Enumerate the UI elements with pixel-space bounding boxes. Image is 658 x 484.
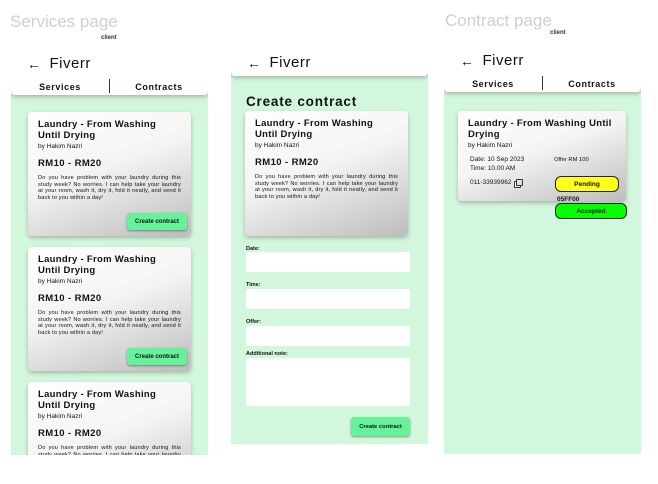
service-description: Do you have problem with your laundry du… xyxy=(38,310,181,336)
service-title: Laundry - From Washing Until Drying xyxy=(38,254,157,276)
service-description: Do you have problem with your laundry du… xyxy=(255,174,398,200)
service-price: RM10 - RM20 xyxy=(38,293,102,304)
service-card: Laundry - From Washing Until Drying by H… xyxy=(245,111,408,236)
note-label: Additional note: xyxy=(246,351,288,357)
arrow-left-icon[interactable]: ← xyxy=(247,55,262,71)
tab-services[interactable]: Services xyxy=(444,74,542,92)
app-title: Fiverr xyxy=(482,52,524,69)
date-field[interactable] xyxy=(246,252,410,272)
page-title: Create contract xyxy=(246,94,358,109)
app-title: Fiverr xyxy=(269,54,311,71)
service-title: Laundry - From Washing Until Drying xyxy=(468,118,612,140)
status-badge-pending[interactable]: Pending xyxy=(555,176,619,192)
app-title: Fiverr xyxy=(49,55,91,72)
tab-services[interactable]: Services xyxy=(11,77,109,95)
app-header: ← Fiverr Services Contracts xyxy=(444,42,641,92)
note-field[interactable] xyxy=(246,358,410,406)
arrow-left-icon[interactable]: ← xyxy=(27,56,42,72)
arrow-left-icon[interactable]: ← xyxy=(460,53,475,69)
app-header: ← Fiverr xyxy=(231,44,428,76)
service-price: RM10 - RM20 xyxy=(38,428,102,439)
service-title: Laundry - From Washing Until Drying xyxy=(38,389,157,411)
tab-contracts[interactable]: Contracts xyxy=(110,77,208,95)
contract-date: Date: 10 Sep 2023 xyxy=(470,156,525,163)
create-contract-button[interactable]: Create contract xyxy=(127,213,187,230)
offer-field[interactable] xyxy=(246,326,410,346)
contract-time: Time: 10.00 AM xyxy=(470,165,516,172)
offer-label: Offer: xyxy=(246,319,261,325)
service-title: Laundry - From Washing Until Drying xyxy=(38,119,157,141)
service-price: RM10 - RM20 xyxy=(38,158,102,169)
tab-contracts[interactable]: Contracts xyxy=(543,74,641,92)
service-author: by Hakim Nazri xyxy=(38,278,83,285)
service-card[interactable]: Laundry - From Washing Until Drying by H… xyxy=(28,112,191,236)
status-color-code: 05FF00 xyxy=(557,196,580,203)
service-price: RM10 - RM20 xyxy=(255,157,319,168)
services-page-label: Services page xyxy=(10,12,118,31)
create-contract-frame: ← Fiverr Create contract Laundry - From … xyxy=(231,44,428,444)
service-description: Do you have problem with your laundry du… xyxy=(38,175,181,201)
service-description: Do you have problem with your laundry du… xyxy=(38,445,181,455)
contract-phone: 011-33939962 xyxy=(470,179,512,186)
client-tag: client xyxy=(550,30,566,36)
client-tag: client xyxy=(101,35,117,41)
service-author: by Hakim Nazri xyxy=(38,413,83,420)
service-author: by Hakim Nazri xyxy=(255,142,300,149)
time-label: Time: xyxy=(246,282,261,288)
contract-offer: Offer RM 100 xyxy=(554,157,589,163)
create-contract-submit-button[interactable]: Create contract xyxy=(351,417,410,436)
copy-icon[interactable] xyxy=(516,179,524,186)
service-card[interactable]: Laundry - From Washing Until Drying by H… xyxy=(28,247,191,371)
contracts-frame: ← Fiverr Services Contracts Laundry - Fr… xyxy=(444,42,641,454)
create-contract-button[interactable]: Create contract xyxy=(127,348,187,365)
app-header: ← Fiverr Services Contracts xyxy=(11,45,208,95)
service-title: Laundry - From Washing Until Drying xyxy=(255,118,374,140)
time-field[interactable] xyxy=(246,289,410,309)
services-frame: ← Fiverr Services Contracts Laundry - Fr… xyxy=(11,45,208,455)
contract-page-label: Contract page xyxy=(445,11,552,30)
status-badge-accepted[interactable]: Accepted xyxy=(555,203,627,219)
service-author: by Hakim Nazri xyxy=(38,143,83,150)
service-card[interactable]: Laundry - From Washing Until Drying by H… xyxy=(28,382,191,455)
service-author: by Hakim Nazri xyxy=(468,142,513,149)
